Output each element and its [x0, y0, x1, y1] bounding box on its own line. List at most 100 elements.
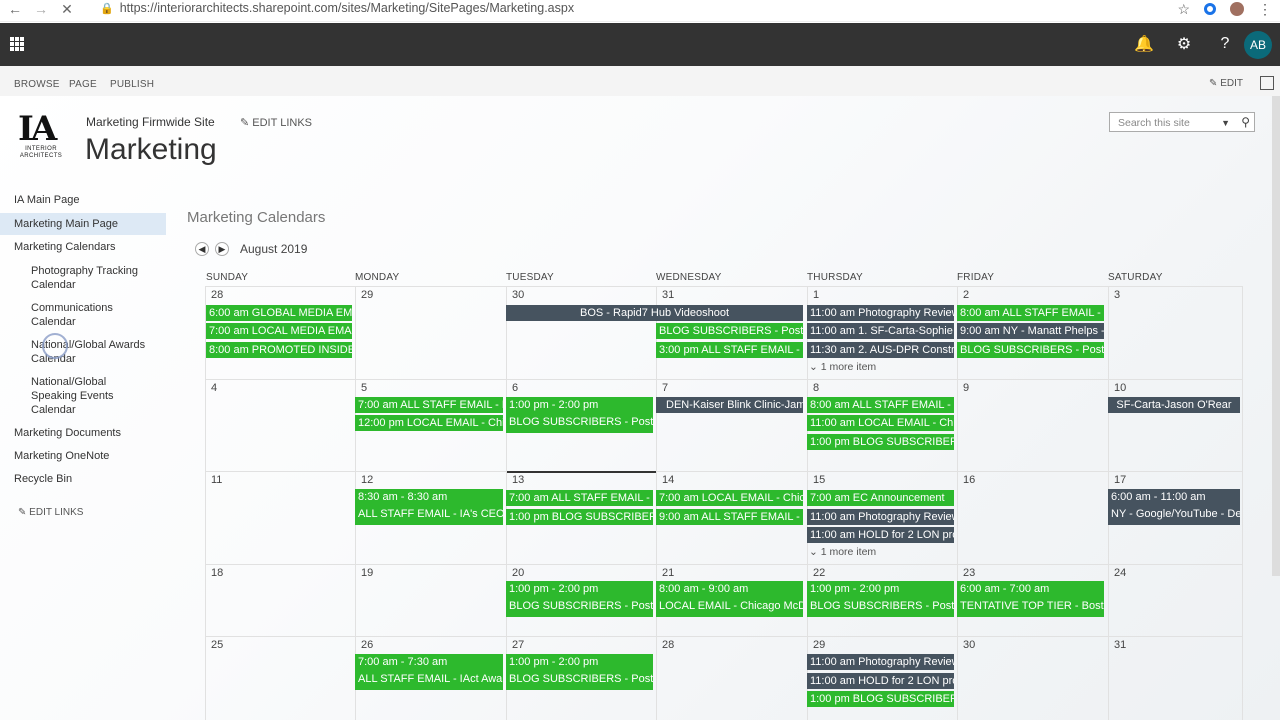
tab-publish[interactable]: PUBLISH: [110, 79, 154, 90]
calendar-event[interactable]: 1:00 pm - 2:00 pm BLOG SUBSCRIBERS - Post…: [506, 397, 653, 433]
day-cell[interactable]: 7: [656, 379, 807, 471]
calendar-event[interactable]: 6:00 am GLOBAL MEDIA EMAIL: [206, 305, 352, 321]
nav-item-photography-calendar[interactable]: Photography Tracking Calendar: [0, 264, 166, 292]
nav-item-marketing-main-page[interactable]: Marketing Main Page: [0, 213, 166, 235]
calendar-event[interactable]: 1:00 pm BLOG SUBSCRIBERS -: [807, 434, 954, 450]
edit-page-button[interactable]: ✎ EDIT: [1209, 78, 1243, 89]
calendar-event[interactable]: 11:00 am HOLD for 2 LON pro: [807, 673, 954, 689]
calendar-event[interactable]: 8:00 am - 9:00 am LOCAL EMAIL - Chicago M…: [656, 581, 803, 617]
help-icon[interactable]: ?: [1214, 33, 1236, 55]
calendar-event[interactable]: 11:00 am 1. SF-Carta-Sophie K: [807, 323, 954, 339]
calendar-event[interactable]: 8:30 am - 8:30 am ALL STAFF EMAIL - IA's …: [355, 489, 503, 525]
site-title[interactable]: Marketing: [85, 133, 217, 167]
nav-item-recycle-bin[interactable]: Recycle Bin: [0, 472, 166, 486]
calendar-event[interactable]: 8:00 am ALL STAFF EMAIL - Sp: [957, 305, 1104, 321]
browser-menu-icon[interactable]: ⋮: [1258, 1, 1272, 18]
browser-profile-avatar[interactable]: [1230, 2, 1244, 16]
calendar-event[interactable]: 6:00 am - 7:00 am TENTATIVE TOP TIER - Bo…: [957, 581, 1104, 617]
search-icon[interactable]: ⚲: [1241, 115, 1250, 129]
nav-item-communications-calendar[interactable]: Communications Calendar: [0, 301, 166, 329]
nav-item-marketing-calendars[interactable]: Marketing Calendars: [0, 240, 166, 254]
extension-icon[interactable]: [1204, 3, 1216, 15]
site-search-box[interactable]: Search this site ▼ ⚲: [1109, 112, 1255, 132]
day-cell[interactable]: 10: [1108, 379, 1243, 471]
calendar-event[interactable]: BLOG SUBSCRIBERS - Post Eve: [656, 323, 803, 339]
edit-top-links-button[interactable]: ✎ EDIT LINKS: [240, 116, 312, 129]
calendar-event[interactable]: 7:00 am LOCAL EMAIL - Chica: [656, 490, 803, 506]
calendar-event[interactable]: 9:00 am NY - Manatt Phelps -: [957, 323, 1104, 339]
calendar-event[interactable]: 12:00 pm LOCAL EMAIL - Chic: [355, 415, 503, 431]
forward-icon[interactable]: →: [30, 0, 52, 18]
calendar-event[interactable]: 11:00 am LOCAL EMAIL - Chic: [807, 415, 954, 431]
day-cell[interactable]: 30: [506, 286, 656, 379]
calendar-event[interactable]: 7:00 am ALL STAFF EMAIL - EN: [355, 397, 503, 413]
search-input[interactable]: Search this site: [1118, 117, 1190, 129]
calendar-event[interactable]: 8:00 am PROMOTED INSIDER: [206, 342, 352, 358]
tab-page[interactable]: PAGE: [69, 79, 97, 90]
day-cell[interactable]: 3: [1108, 286, 1243, 379]
day-cell[interactable]: 11: [205, 471, 355, 564]
calendar-event[interactable]: 7:00 am LOCAL MEDIA EMAIL: [206, 323, 352, 339]
page-scrollbar[interactable]: [1272, 96, 1280, 576]
day-cell[interactable]: 18: [205, 564, 355, 636]
calendar-event[interactable]: 1:00 pm - 2:00 pm BLOG SUBSCRIBERS - Post…: [506, 581, 653, 617]
calendar-event[interactable]: DEN-Kaiser Blink Clinic-Jame: [656, 397, 803, 413]
day-cell[interactable]: 31: [1108, 636, 1243, 720]
day-cell[interactable]: 28: [656, 636, 807, 720]
site-logo[interactable]: IA INTERIOR ARCHITECTS: [18, 112, 64, 166]
edit-nav-links-button[interactable]: ✎ EDIT LINKS: [18, 507, 83, 518]
bookmark-star-icon[interactable]: ☆: [1177, 1, 1190, 18]
calendar-event-multiday[interactable]: BOS - Rapid7 Hub Videoshoot: [506, 305, 803, 321]
settings-gear-icon[interactable]: ⚙: [1173, 33, 1195, 55]
nav-item-ia-main-page[interactable]: IA Main Page: [0, 193, 166, 207]
calendar-event[interactable]: 11:30 am 2. AUS-DPR Constru: [807, 342, 954, 358]
day-cell[interactable]: 25: [205, 636, 355, 720]
more-items-link[interactable]: ⌄ 1 more item: [809, 546, 876, 558]
calendar-event[interactable]: 11:00 am Photography Review: [807, 509, 954, 525]
day-cell[interactable]: 16: [957, 471, 1108, 564]
more-items-link[interactable]: ⌄ 1 more item: [809, 361, 876, 373]
calendar-event[interactable]: 7:00 am - 7:30 am ALL STAFF EMAIL - IAct …: [355, 654, 503, 690]
calendar-event[interactable]: 7:00 am EC Announcement: [807, 490, 954, 506]
calendar-event[interactable]: SF-Carta-Jason O'Rear: [1108, 397, 1240, 413]
nav-item-marketing-documents[interactable]: Marketing Documents: [0, 426, 166, 440]
day-cell[interactable]: 29: [355, 286, 506, 379]
address-bar[interactable]: 🔒 https://interiorarchitects.sharepoint.c…: [100, 1, 574, 15]
calendar-event[interactable]: 11:00 am Photography Review: [807, 654, 954, 670]
event-title: LOCAL EMAIL - Chicago McDe: [659, 600, 803, 612]
dow-friday: FRIDAY: [957, 272, 995, 283]
calendar-event[interactable]: 11:00 am Photography Review: [807, 305, 954, 321]
day-cell[interactable]: 24: [1108, 564, 1243, 636]
calendar-event[interactable]: 6:00 am - 11:00 am NY - Google/YouTube - …: [1108, 489, 1240, 525]
day-cell[interactable]: 30: [957, 636, 1108, 720]
previous-month-icon[interactable]: ◀: [195, 242, 209, 256]
calendar-event[interactable]: 9:00 am ALL STAFF EMAIL - Sp: [656, 509, 803, 525]
day-cell[interactable]: 9: [957, 379, 1108, 471]
nav-item-speaking-events-calendar[interactable]: National/Global Speaking Events Calendar: [0, 375, 166, 417]
calendar-event[interactable]: 1:00 pm BLOG SUBSCRIBERS -: [807, 691, 954, 707]
calendar-section-title[interactable]: Marketing Calendars: [187, 209, 325, 226]
calendar-event[interactable]: BLOG SUBSCRIBERS - Post Eve: [957, 342, 1104, 358]
nav-item-marketing-onenote[interactable]: Marketing OneNote: [0, 449, 166, 463]
search-scope-dropdown-icon[interactable]: ▼: [1221, 118, 1230, 128]
nav-item-awards-calendar[interactable]: National/Global Awards Calendar: [0, 338, 166, 366]
calendar-event[interactable]: 8:00 am ALL STAFF EMAIL - Sp: [807, 397, 954, 413]
app-launcher-icon[interactable]: [10, 37, 24, 51]
day-cell[interactable]: 19: [355, 564, 506, 636]
stop-loading-icon[interactable]: ✕: [56, 0, 78, 18]
calendar-event[interactable]: 1:00 pm BLOG SUBSCRIBERS -: [506, 509, 653, 525]
event-title: ALL STAFF EMAIL - IA's CEO M: [358, 508, 503, 520]
calendar-event[interactable]: 1:00 pm - 2:00 pm BLOG SUBSCRIBERS - Post…: [506, 654, 653, 690]
calendar-event[interactable]: 3:00 pm ALL STAFF EMAIL - IA: [656, 342, 803, 358]
focus-mode-icon[interactable]: [1260, 76, 1274, 90]
tab-browse[interactable]: BROWSE: [14, 79, 60, 90]
day-cell[interactable]: 4: [205, 379, 355, 471]
back-icon[interactable]: ←: [4, 0, 26, 18]
calendar-event[interactable]: 11:00 am HOLD for 2 LON pro: [807, 527, 954, 543]
notifications-bell-icon[interactable]: 🔔: [1133, 33, 1155, 55]
next-month-icon[interactable]: ▶: [215, 242, 229, 256]
calendar-event[interactable]: 1:00 pm - 2:00 pm BLOG SUBSCRIBERS - Post…: [807, 581, 954, 617]
calendar-event[interactable]: 7:00 am ALL STAFF EMAIL - IA: [506, 490, 653, 506]
user-avatar[interactable]: AB: [1244, 31, 1272, 59]
parent-site-link[interactable]: Marketing Firmwide Site: [86, 115, 215, 129]
